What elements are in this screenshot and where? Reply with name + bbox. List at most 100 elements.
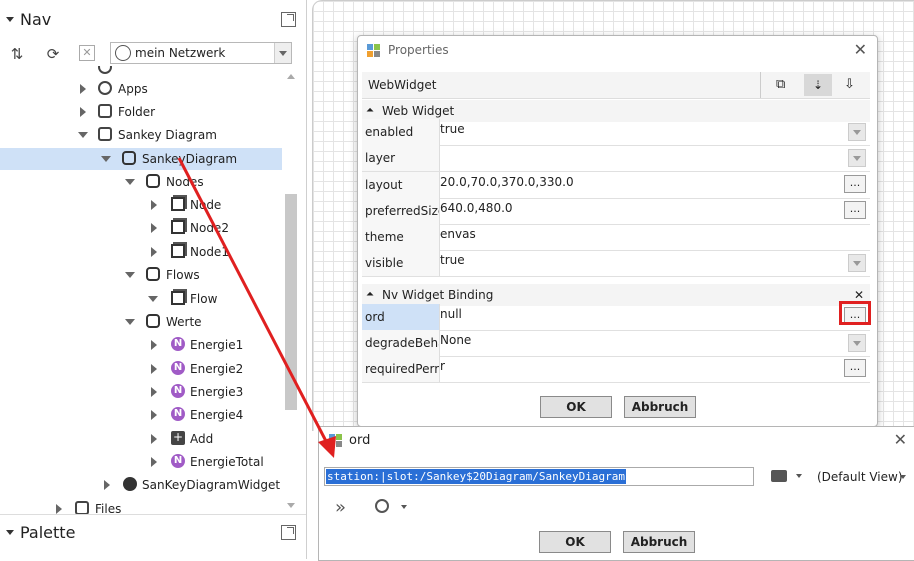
tree-item-sankeydiagramwidget[interactable]: SanKeyDiagramWidget [0, 474, 284, 496]
history-icon[interactable] [375, 499, 389, 513]
chevron-down-icon[interactable] [900, 475, 906, 479]
expand-icon[interactable] [151, 223, 157, 233]
collapse-icon[interactable] [78, 132, 88, 138]
expand-icon[interactable] [104, 480, 110, 490]
chevron-down-icon[interactable] [848, 254, 866, 272]
collapse-icon[interactable] [125, 272, 135, 278]
sort-order-icon[interactable]: ⇩ [844, 77, 855, 92]
nav-scroll-thumb[interactable] [285, 194, 297, 410]
tree-item-node2[interactable]: Node2 [0, 217, 284, 239]
prop-value[interactable]: true [440, 122, 465, 136]
sync-arrows-icon[interactable]: ⇅ [8, 45, 26, 63]
node-icon [171, 244, 185, 258]
ok-button[interactable]: OK [540, 396, 612, 418]
prop-value[interactable]: 640.0,480.0 [440, 201, 513, 215]
tree-label: Apps [118, 82, 148, 96]
tree-label: Files [95, 502, 122, 514]
tree-item-apps[interactable]: Apps [0, 78, 284, 100]
ok-button[interactable]: OK [539, 531, 611, 553]
tree-item-files[interactable]: Files [0, 498, 284, 514]
folder-icon [98, 127, 112, 141]
tree-item-energie1[interactable]: N Energie1 [0, 334, 284, 356]
folder-icon [146, 314, 160, 328]
collapse-icon[interactable] [148, 296, 158, 302]
scroll-down-icon[interactable] [287, 503, 295, 508]
network-select[interactable]: mein Netzwerk [110, 42, 292, 64]
tree-item-flows[interactable]: Flows [0, 264, 284, 286]
tree-item-energie3[interactable]: N Energie3 [0, 381, 284, 403]
tree-label: Folder [118, 105, 156, 119]
edit-button[interactable]: ... [844, 359, 866, 377]
prop-name: degradeBehav [362, 330, 440, 356]
edit-button[interactable]: ... [844, 201, 866, 219]
refresh-icon[interactable]: ⟳ [44, 45, 62, 63]
ord-input-value: station:|slot:/Sankey$20Diagram/SankeyDi… [326, 469, 627, 484]
tree-item-energie4[interactable]: N Energie4 [0, 404, 284, 426]
collapse-icon[interactable] [101, 156, 111, 162]
collapse-icon[interactable] [125, 319, 135, 325]
sort-az-icon[interactable]: ⇣ [804, 74, 832, 96]
expand-icon[interactable] [151, 200, 157, 210]
scroll-up-icon[interactable] [287, 74, 295, 79]
collapse-icon[interactable] [6, 16, 14, 22]
edit-button[interactable]: ... [844, 175, 866, 193]
maximize-icon[interactable] [281, 12, 296, 27]
expand-icon[interactable] [151, 364, 157, 374]
collapse-up-icon[interactable]: ⏶ [366, 284, 374, 306]
prop-name: theme [362, 224, 440, 250]
maximize-icon[interactable] [281, 525, 296, 540]
expand-icon[interactable] [80, 84, 86, 94]
prop-row-ord: ord null ... [362, 301, 871, 331]
prop-value[interactable]: None [440, 333, 471, 347]
expand-icon[interactable] [151, 387, 157, 397]
chevron-down-icon[interactable] [848, 149, 866, 167]
cancel-button[interactable]: Abbruch [623, 531, 695, 553]
tree-item-nodes[interactable]: Nodes [0, 171, 284, 193]
widget-name: WebWidget [368, 78, 437, 92]
section-nv-widget-binding[interactable]: ⏶ Nv Widget Binding ✕ [362, 284, 870, 306]
chevron-down-icon[interactable] [401, 505, 407, 509]
tree-item-add[interactable]: + Add [0, 428, 284, 450]
tree-item-werte[interactable]: Werte [0, 311, 284, 333]
add-slot-icon[interactable]: ⧉ [776, 77, 792, 93]
expand-icon[interactable] [151, 457, 157, 467]
prop-value[interactable]: true [440, 253, 465, 267]
tree-item-sankeydiagram-selected[interactable]: SankeyDiagram [0, 148, 282, 170]
prop-name: layout [362, 172, 440, 198]
prop-value[interactable]: envas [440, 227, 476, 241]
tree-item-folder[interactable]: Folder [0, 101, 284, 123]
expand-icon[interactable] [151, 434, 157, 444]
tree-item-energie2[interactable]: N Energie2 [0, 358, 284, 380]
ord-input[interactable]: station:|slot:/Sankey$20Diagram/SankeyDi… [324, 467, 754, 486]
folder-icon[interactable] [771, 470, 787, 482]
collapse-icon[interactable] [125, 179, 135, 185]
close-icon[interactable]: ✕ [79, 45, 95, 61]
expand-icon[interactable] [56, 504, 62, 514]
expand-icon[interactable] [80, 107, 86, 117]
close-icon[interactable]: ✕ [854, 40, 867, 59]
tree-item-node1[interactable]: Node1 [0, 241, 284, 263]
tree-item-flow[interactable]: Flow [0, 288, 284, 310]
node-icon [171, 220, 185, 234]
expand-icon[interactable] [151, 247, 157, 257]
nav-tree: Apps Folder Sankey Diagram SankeyDiagram… [0, 66, 284, 514]
chevron-down-icon[interactable] [796, 474, 802, 478]
prop-name: ord [362, 304, 440, 330]
prop-value[interactable]: null [440, 307, 462, 321]
expand-icon[interactable] [151, 340, 157, 350]
view-select[interactable]: (Default View) [817, 470, 903, 484]
double-chevron-icon[interactable]: » [335, 497, 346, 518]
dialog-title: ord [349, 433, 371, 448]
cancel-button[interactable]: Abbruch [624, 396, 696, 418]
tree-item-energietotal[interactable]: N EnergieTotal [0, 451, 284, 473]
collapse-icon[interactable] [6, 529, 14, 535]
tree-item-node[interactable]: Node [0, 194, 284, 216]
prop-value[interactable]: 20.0,70.0,370.0,330.0 [440, 175, 574, 189]
chevron-down-icon[interactable] [848, 334, 866, 352]
expand-icon[interactable] [151, 410, 157, 420]
chevron-down-icon[interactable] [274, 43, 291, 63]
chevron-down-icon[interactable] [848, 123, 866, 141]
close-icon[interactable]: ✕ [894, 430, 907, 449]
prop-value[interactable]: r [440, 359, 445, 373]
tree-item-sankey-folder[interactable]: Sankey Diagram [0, 124, 284, 146]
